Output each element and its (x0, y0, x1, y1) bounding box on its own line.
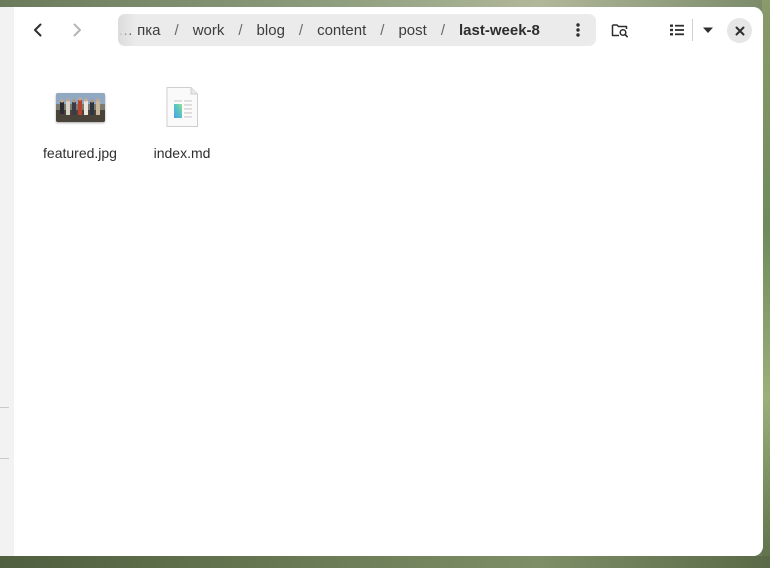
go-next-icon (73, 23, 81, 37)
file-item-featured-jpg[interactable]: featured.jpg (30, 77, 130, 161)
sidebar-divider (0, 458, 9, 459)
back-button[interactable] (22, 15, 54, 45)
sidebar-divider (0, 407, 9, 408)
view-options-button[interactable] (693, 15, 723, 45)
search-button[interactable] (604, 15, 636, 45)
photo-preview-icon (55, 92, 105, 122)
breadcrumb-separator: / (380, 21, 385, 39)
breadcrumb-separator: / (238, 21, 243, 39)
breadcrumb-item-work[interactable]: work (187, 22, 231, 39)
path-menu-button[interactable] (560, 14, 596, 46)
window-close-icon (735, 26, 744, 35)
breadcrumb-item-blog[interactable]: blog (251, 22, 291, 39)
folder-search-icon (611, 24, 628, 38)
file-view[interactable]: featured.jpg index.md (14, 53, 763, 556)
header-bar: … пка / work / blog / content / post / l… (14, 7, 763, 53)
breadcrumb-item-content[interactable]: content (311, 22, 372, 39)
list-view-icon (670, 24, 684, 36)
file-thumbnail (165, 77, 199, 137)
pan-down-icon (703, 27, 713, 33)
breadcrumb-separator: / (298, 21, 304, 39)
forward-button[interactable] (61, 15, 93, 45)
image-thumbnail (55, 92, 105, 122)
file-manager-window: … пка / work / blog / content / post / l… (0, 7, 763, 556)
close-button[interactable] (727, 18, 752, 43)
breadcrumb-item-post[interactable]: post (392, 22, 432, 39)
file-name: featured.jpg (43, 145, 117, 161)
breadcrumb: … пка / work / blog / content / post / l… (118, 14, 546, 46)
sidebar-collapsed[interactable] (0, 7, 15, 556)
path-bar: … пка / work / blog / content / post / l… (118, 14, 596, 46)
path-bar-fade (118, 14, 136, 46)
breadcrumb-separator: / (174, 21, 179, 39)
breadcrumb-item-current[interactable]: last-week-8 (453, 22, 546, 39)
list-view-button[interactable] (662, 15, 692, 45)
view-more-icon (576, 23, 580, 37)
view-switcher (662, 15, 723, 45)
file-item-index-md[interactable]: index.md (132, 77, 232, 161)
text-x-generic-icon (165, 86, 199, 128)
go-previous-icon (34, 23, 42, 37)
desktop-wallpaper-bottom (0, 556, 770, 568)
breadcrumb-separator: / (440, 21, 445, 39)
desktop-wallpaper-right (762, 0, 770, 568)
file-name: index.md (153, 145, 211, 161)
file-thumbnail (55, 77, 105, 137)
